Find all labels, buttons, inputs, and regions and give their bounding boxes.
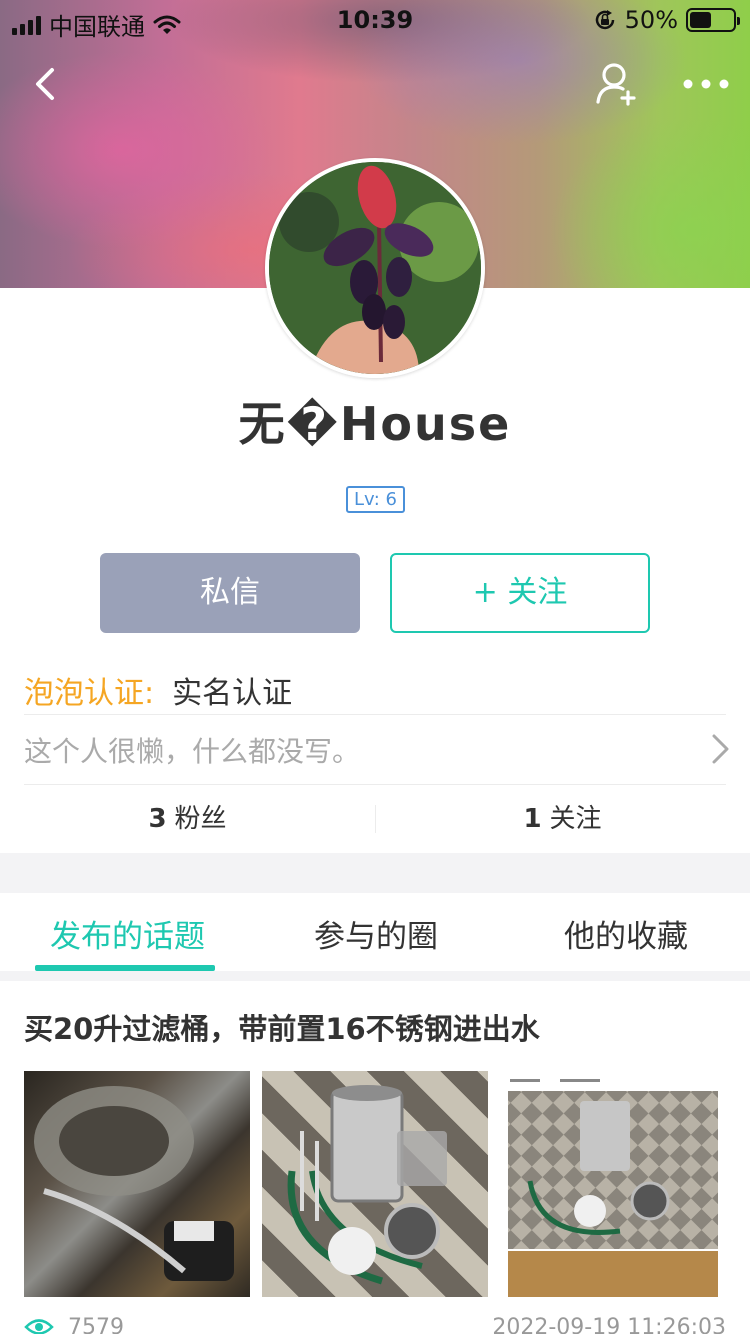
thumbnail-image bbox=[500, 1071, 726, 1297]
post-views: 7579 bbox=[68, 1315, 124, 1334]
divider bbox=[24, 714, 726, 715]
tab-favorites[interactable]: 他的收藏 bbox=[564, 911, 688, 956]
more-dots-icon[interactable] bbox=[678, 66, 734, 102]
stats-separator bbox=[375, 805, 376, 833]
person-add-icon[interactable] bbox=[592, 60, 640, 108]
following-count: 1 bbox=[523, 804, 542, 834]
divider bbox=[24, 784, 726, 785]
post-date: 2022-09-19 11:26:03 bbox=[492, 1315, 726, 1334]
status-bar: 中国联通 10:39 50% bbox=[0, 0, 750, 41]
following-label: 关注 bbox=[549, 804, 602, 834]
thumbnail-image bbox=[287, 1085, 447, 1285]
thumbnail-image bbox=[34, 1086, 234, 1281]
certification-label: 泡泡认证: bbox=[24, 676, 155, 711]
battery-percent: 50% bbox=[624, 6, 678, 34]
battery-icon bbox=[686, 8, 740, 32]
certification-row: 泡泡认证: 实名认证 bbox=[24, 668, 292, 712]
tab-bar: 发布的话题 参与的圈 他的收藏 bbox=[0, 893, 750, 973]
fans-count: 3 bbox=[148, 804, 167, 834]
eye-icon bbox=[24, 1319, 54, 1334]
avatar[interactable] bbox=[265, 158, 485, 378]
avatar-plant-image bbox=[269, 162, 481, 374]
fans-stat[interactable]: 3 粉丝 bbox=[0, 786, 375, 852]
section-gap bbox=[0, 853, 750, 893]
message-button[interactable]: 私信 bbox=[100, 553, 360, 633]
post-title[interactable]: 买20升过滤桶，带前置16不锈钢进出水 bbox=[24, 1006, 540, 1048]
level-badge: Lv: 6 bbox=[346, 486, 405, 513]
post-thumbnail[interactable] bbox=[500, 1071, 726, 1297]
certification-value: 实名认证 bbox=[172, 676, 293, 711]
profile-name: 无�House bbox=[238, 397, 512, 451]
tab-joined-circles[interactable]: 参与的圈 bbox=[314, 911, 438, 956]
post-meta: 7579 2022-09-19 11:26:03 bbox=[24, 1312, 726, 1334]
rotation-lock-icon bbox=[595, 10, 614, 30]
following-stat[interactable]: 1 关注 bbox=[375, 786, 750, 852]
bio-text[interactable]: 这个人很懒，什么都没写。 bbox=[24, 730, 360, 770]
fans-label: 粉丝 bbox=[174, 804, 227, 834]
post-thumbnail[interactable] bbox=[262, 1071, 488, 1297]
chevron-right-icon[interactable] bbox=[708, 732, 732, 766]
tab-bar-divider bbox=[0, 971, 750, 981]
tab-published-topics[interactable]: 发布的话题 bbox=[50, 911, 205, 956]
post-thumbnail[interactable] bbox=[24, 1071, 250, 1297]
chevron-left-icon[interactable] bbox=[26, 62, 66, 106]
follow-button[interactable]: + 关注 bbox=[390, 553, 650, 633]
